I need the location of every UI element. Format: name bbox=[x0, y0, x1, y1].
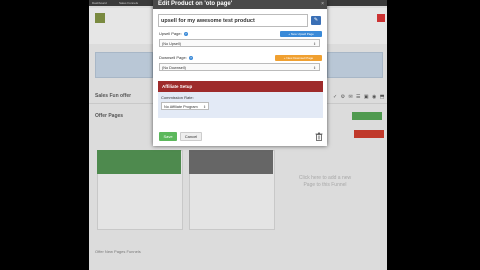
offer-pages-label: Offer Pages bbox=[95, 113, 124, 119]
info-panel bbox=[327, 52, 383, 78]
downsell-page-select[interactable]: (No Downsell) ⇕ bbox=[159, 63, 320, 71]
new-downsell-page-button[interactable]: + New Downsell Page bbox=[275, 55, 322, 61]
downsell-select-value: (No Downsell) bbox=[162, 66, 186, 70]
modal-title: Edit Product on 'oto page' bbox=[158, 1, 233, 7]
add-button bbox=[352, 112, 382, 120]
sales-funnel-label: Sales Fun offer bbox=[95, 93, 132, 99]
upsell-label-text: Upsell Page: bbox=[159, 31, 182, 36]
add-page-placeholder: Click here to add a new Page to this Fun… bbox=[298, 175, 352, 188]
page-column-header bbox=[97, 150, 181, 174]
modal-header: Edit Product on 'oto page' × bbox=[153, 0, 327, 9]
bottom-section-label: Offer New Pages Funnels bbox=[95, 249, 141, 254]
select-caret-icon: ⇕ bbox=[203, 105, 206, 109]
help-icon[interactable]: ? bbox=[188, 55, 193, 60]
logo bbox=[95, 13, 105, 23]
affiliate-setup-header: Affiliate Setup bbox=[158, 81, 323, 92]
help-icon[interactable]: ? bbox=[183, 31, 188, 36]
edit-icon[interactable]: ✎ bbox=[311, 16, 321, 25]
upsell-page-label: Upsell Page: ? bbox=[159, 31, 188, 36]
action-button bbox=[354, 130, 384, 138]
header-button bbox=[377, 14, 385, 22]
toolbar-icons: ✓ ⚙ ✉ ☰ ▣ ◉ ⬒ bbox=[333, 94, 386, 100]
cancel-button[interactable]: Cancel bbox=[180, 132, 202, 141]
edit-product-modal: Edit Product on 'oto page' × upsell for … bbox=[153, 0, 327, 146]
commission-select-value: No Affiliate Program bbox=[164, 105, 198, 109]
nav-item: Dashboard bbox=[92, 1, 107, 5]
product-name-input[interactable]: upsell for my awesome test product bbox=[158, 14, 308, 27]
commission-rate-label: Commission Rate: bbox=[161, 95, 194, 100]
upsell-page-select[interactable]: (No Upsell) ⇕ bbox=[159, 39, 320, 47]
nav-item: Sales Funnels bbox=[119, 1, 139, 5]
select-caret-icon: ⇕ bbox=[313, 42, 316, 46]
select-caret-icon: ⇕ bbox=[313, 66, 316, 70]
commission-rate-select[interactable]: No Affiliate Program ⇕ bbox=[161, 102, 209, 110]
upsell-select-value: (No Upsell) bbox=[162, 42, 181, 46]
downsell-label-text: Downsell Page: bbox=[159, 55, 187, 60]
downsell-page-label: Downsell Page: ? bbox=[159, 55, 193, 60]
page-column-header bbox=[189, 150, 273, 174]
info-panel bbox=[95, 52, 153, 78]
new-upsell-page-button[interactable]: + New Upsell Page bbox=[280, 31, 322, 37]
close-icon[interactable]: × bbox=[321, 0, 324, 8]
save-button[interactable]: Save bbox=[159, 132, 177, 141]
trash-icon[interactable] bbox=[315, 132, 323, 141]
